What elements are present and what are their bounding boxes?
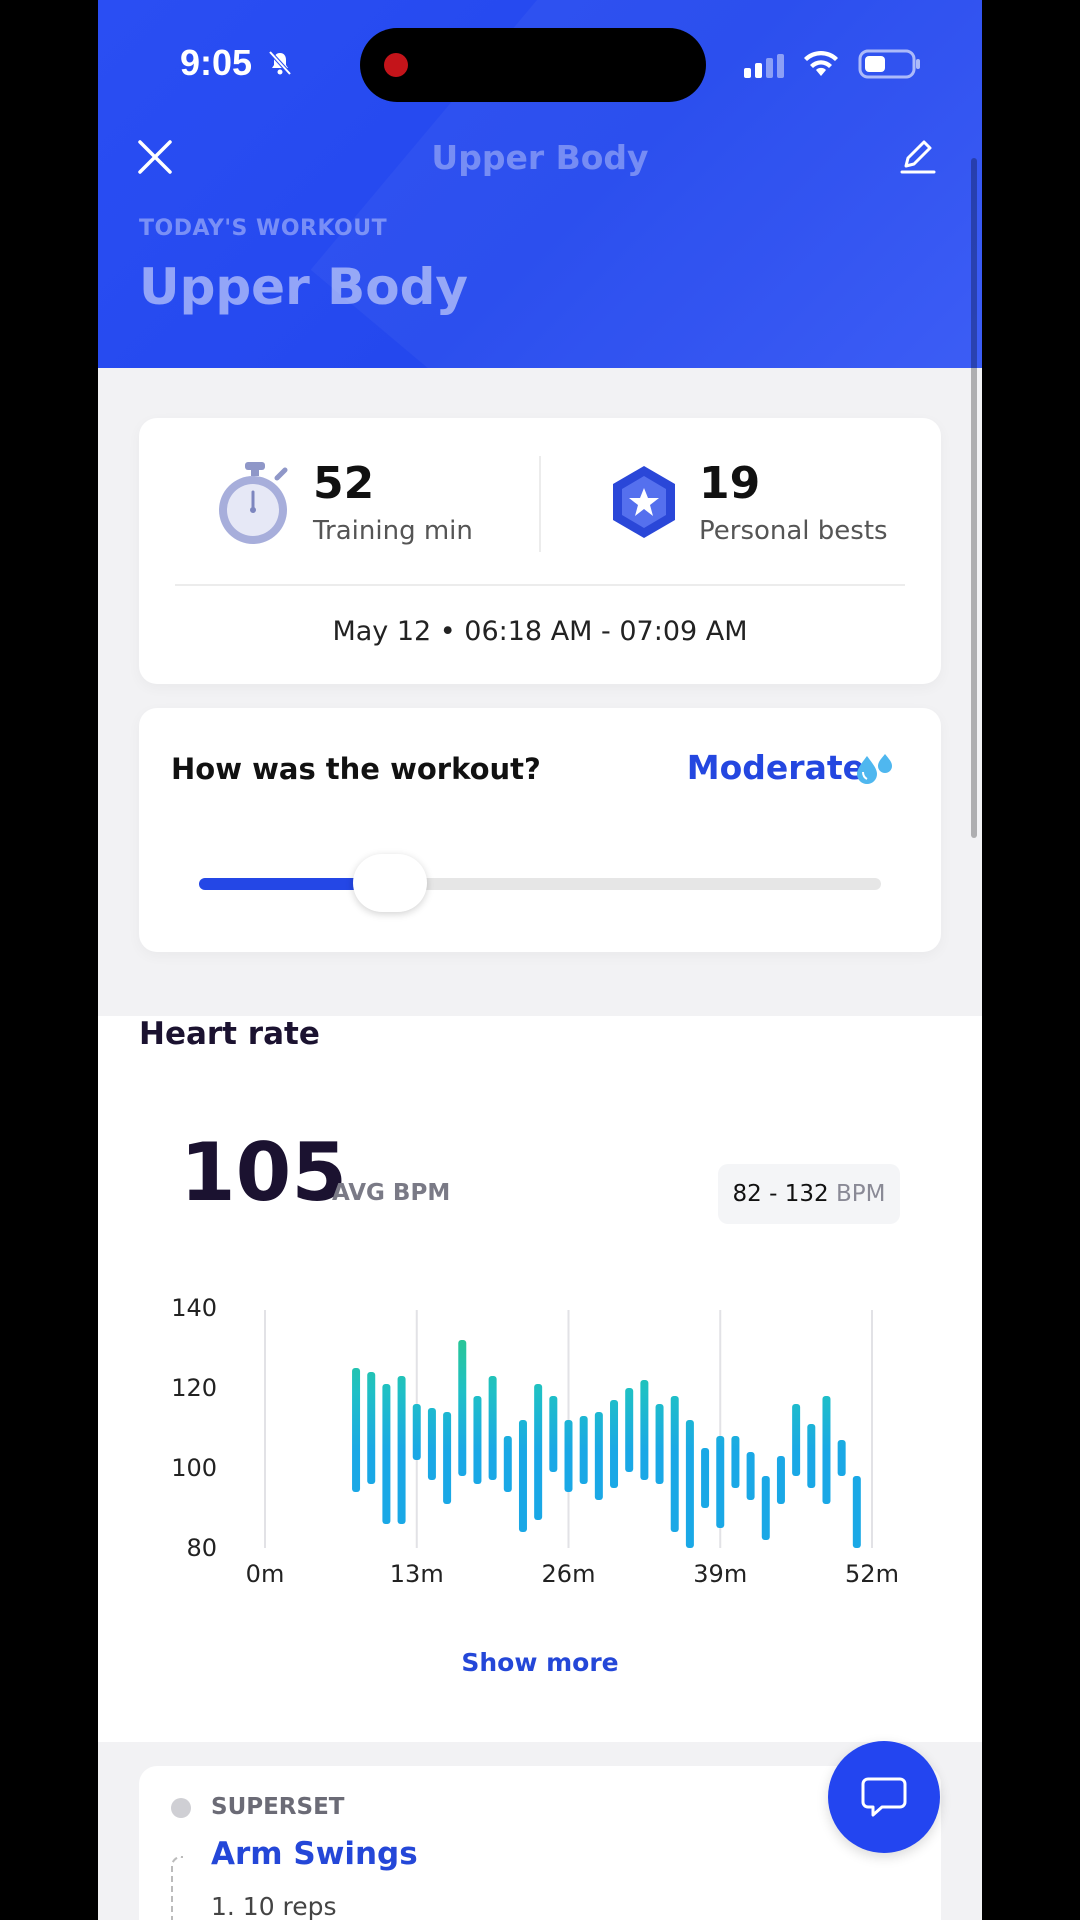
heart-rate-bar [443, 1412, 452, 1504]
heart-rate-bar [670, 1396, 679, 1532]
heart-rate-bar [427, 1408, 436, 1480]
heart-rate-bar [655, 1404, 664, 1484]
silent-bell-icon [268, 50, 292, 76]
battery-icon [858, 49, 920, 79]
rating-question: How was the workout? [171, 752, 541, 786]
heart-rate-bar [382, 1384, 391, 1524]
show-more-link[interactable]: Show more [98, 1648, 982, 1677]
heart-rate-bar [716, 1436, 725, 1528]
chat-button[interactable] [828, 1741, 940, 1853]
heart-rate-title: Heart rate [139, 1016, 320, 1052]
exercise-reps: 1. 10 reps [211, 1892, 337, 1920]
heart-rate-bar [746, 1452, 755, 1500]
heart-rate-avg-label: AVG BPM [332, 1180, 451, 1206]
training-min-label: Training min [313, 516, 473, 546]
wifi-icon [804, 50, 838, 76]
heart-rate-bar [397, 1376, 406, 1524]
heart-rate-bar [503, 1436, 512, 1492]
stats-divider [539, 456, 541, 552]
heart-rate-bar [837, 1440, 846, 1476]
todays-workout-label: TODAY'S WORKOUT [139, 216, 388, 241]
heart-rate-bar [640, 1380, 649, 1480]
dynamic-island [360, 28, 706, 102]
stopwatch-icon [219, 462, 288, 544]
scrollbar[interactable] [971, 158, 977, 838]
heart-rate-bar [685, 1420, 694, 1548]
workout-stats-card: 52 Training min 19 Personal bests May 12… [139, 418, 941, 684]
x-tick-label: 0m [246, 1560, 285, 1588]
training-min-value: 52 [313, 458, 375, 509]
heart-rate-bar [625, 1388, 634, 1472]
exercise-card[interactable]: SUPERSET Arm Swings 1. 10 reps [139, 1766, 941, 1920]
y-tick-label: 120 [171, 1374, 217, 1402]
heart-rate-section: Heart rate 105 AVG BPM 82 - 132 BPM 0m 13… [98, 1016, 982, 1742]
heart-rate-bar [458, 1340, 467, 1476]
y-tick-label: 140 [171, 1294, 217, 1322]
exercise-status-dot [171, 1798, 191, 1818]
heart-rate-bar [610, 1400, 619, 1488]
heart-rate-bar [534, 1384, 543, 1520]
workout-rating-card: How was the workout? Moderate [139, 708, 941, 952]
app-screen: 9:05 Upper Body TODAY'S WORKOUT Upper Bo… [98, 0, 982, 1920]
exercise-tag: SUPERSET [211, 1794, 345, 1820]
workout-title: Upper Body [139, 258, 469, 316]
heart-rate-bar [731, 1436, 740, 1488]
x-tick-label: 52m [845, 1560, 899, 1588]
heart-rate-bar [564, 1420, 573, 1492]
pencil-icon[interactable] [898, 136, 938, 176]
heart-rate-chart: 0m 13m 26m 39m 52m 80 100 120 140 [171, 1294, 899, 1588]
heart-rate-bar [367, 1372, 376, 1484]
status-time: 9:05 [180, 42, 253, 83]
personal-bests-value: 19 [699, 458, 761, 509]
heart-rate-bar [701, 1448, 710, 1508]
rating-slider-thumb[interactable] [352, 854, 427, 912]
exercise-name[interactable]: Arm Swings [211, 1836, 418, 1872]
heart-rate-range-unit: BPM [835, 1181, 886, 1207]
heart-rate-range: 82 - 132 BPM [718, 1164, 900, 1224]
heart-rate-bar [761, 1476, 770, 1540]
heart-rate-bar [473, 1396, 482, 1484]
heart-rate-bar [488, 1376, 497, 1480]
chat-bubble-icon [861, 1777, 907, 1817]
heart-rate-bar [792, 1404, 801, 1476]
nav-title: Upper Body [431, 138, 649, 177]
recording-dot-icon [384, 53, 408, 77]
y-tick-label: 100 [171, 1454, 217, 1482]
signal-icon [744, 54, 784, 78]
rating-slider[interactable] [199, 854, 881, 912]
heart-rate-bar [807, 1424, 816, 1488]
heart-rate-bar [412, 1404, 421, 1460]
heart-rate-bar [822, 1396, 831, 1504]
personal-bests-label: Personal bests [699, 516, 888, 546]
heart-rate-bar [352, 1368, 361, 1492]
stats-divider-horizontal [175, 584, 905, 586]
heart-rate-bar [579, 1416, 588, 1484]
heart-rate-range-value: 82 - 132 [732, 1181, 829, 1207]
x-tick-label: 13m [390, 1560, 444, 1588]
sweat-drops-icon [857, 754, 892, 784]
heart-rate-bar [594, 1412, 603, 1500]
workout-date-time: May 12 • 06:18 AM - 07:09 AM [332, 616, 748, 647]
rating-value: Moderate [686, 748, 865, 787]
y-tick-label: 80 [186, 1534, 217, 1562]
heart-rate-bar [852, 1476, 861, 1548]
superset-connector [171, 1856, 183, 1920]
star-badge-icon [613, 466, 675, 538]
workout-header: 9:05 Upper Body TODAY'S WORKOUT Upper Bo… [98, 0, 982, 368]
heart-rate-bar [518, 1420, 527, 1532]
heart-rate-bar [776, 1456, 785, 1504]
x-tick-label: 26m [542, 1560, 596, 1588]
heart-rate-bar [549, 1396, 558, 1472]
heart-rate-avg: 105 [180, 1126, 347, 1219]
x-tick-label: 39m [693, 1560, 747, 1588]
